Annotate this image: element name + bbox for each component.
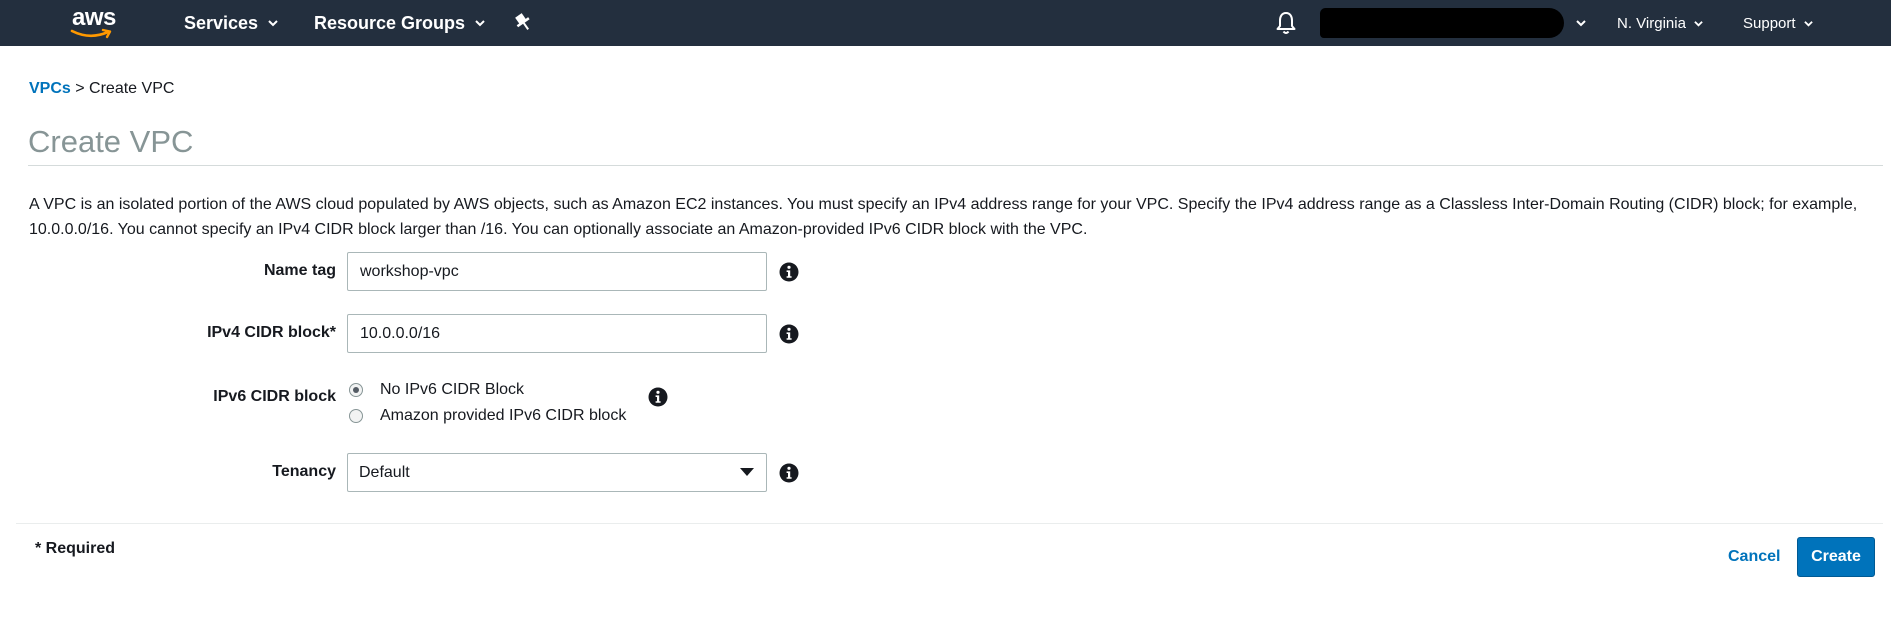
- bell-icon[interactable]: [1274, 10, 1298, 36]
- cancel-button[interactable]: Cancel: [1728, 548, 1780, 566]
- support-menu-label: Support: [1743, 14, 1796, 32]
- info-icon[interactable]: [779, 324, 799, 344]
- aws-logo[interactable]: aws: [64, 2, 124, 42]
- breadcrumb-separator: >: [75, 80, 85, 97]
- resource-groups-menu[interactable]: Resource Groups: [314, 0, 485, 46]
- page-title: Create VPC: [28, 124, 194, 159]
- breadcrumb: VPCs > Create VPC: [29, 80, 174, 98]
- caret-down-icon: [740, 468, 754, 476]
- ipv6-option-none[interactable]: No IPv6 CIDR Block: [349, 381, 524, 399]
- chevron-down-icon: [1803, 20, 1813, 27]
- ipv4-cidr-input[interactable]: [347, 314, 767, 353]
- footer-divider: [16, 523, 1883, 524]
- ipv6-radio-none[interactable]: [349, 383, 363, 397]
- chevron-down-icon: [1694, 20, 1703, 27]
- info-icon[interactable]: [779, 262, 799, 282]
- info-icon[interactable]: [779, 463, 799, 483]
- region-menu[interactable]: N. Virginia: [1617, 0, 1703, 46]
- ipv6-option-amazon[interactable]: Amazon provided IPv6 CIDR block: [349, 407, 626, 425]
- services-menu[interactable]: Services: [184, 0, 278, 46]
- resource-groups-menu-label: Resource Groups: [314, 12, 466, 33]
- ipv6-cidr-label: IPv6 CIDR block: [213, 388, 336, 405]
- tenancy-select-value: Default: [359, 464, 410, 481]
- chevron-down-icon: [268, 20, 278, 27]
- required-note: * Required: [35, 540, 116, 557]
- ipv6-option-none-label: No IPv6 CIDR Block: [380, 381, 525, 398]
- name-tag-label: Name tag: [263, 262, 336, 279]
- support-menu[interactable]: Support: [1743, 0, 1813, 46]
- page-description: A VPC is an isolated portion of the AWS …: [29, 196, 1858, 238]
- top-navigation-bar: aws Services Resource Groups N. Virginia…: [0, 0, 1891, 46]
- pin-icon[interactable]: [512, 11, 534, 33]
- ipv4-cidr-label: IPv4 CIDR block*: [207, 324, 336, 341]
- info-icon[interactable]: [648, 387, 668, 407]
- title-divider: [28, 165, 1883, 166]
- tenancy-label: Tenancy: [272, 463, 336, 480]
- region-menu-label: N. Virginia: [1617, 14, 1686, 32]
- chevron-down-icon[interactable]: [1576, 18, 1586, 28]
- services-menu-label: Services: [184, 12, 259, 33]
- tenancy-select[interactable]: Default: [347, 453, 767, 492]
- chevron-down-icon: [475, 20, 485, 27]
- account-menu-redacted[interactable]: [1320, 8, 1564, 38]
- aws-smile-icon: [70, 28, 112, 39]
- breadcrumb-vpcs-link[interactable]: VPCs: [29, 80, 71, 97]
- ipv6-option-amazon-label: Amazon provided IPv6 CIDR block: [380, 407, 627, 424]
- name-tag-input[interactable]: [347, 252, 767, 291]
- ipv6-radio-amazon[interactable]: [349, 409, 363, 423]
- breadcrumb-current: Create VPC: [89, 80, 175, 97]
- create-button[interactable]: Create: [1797, 537, 1875, 577]
